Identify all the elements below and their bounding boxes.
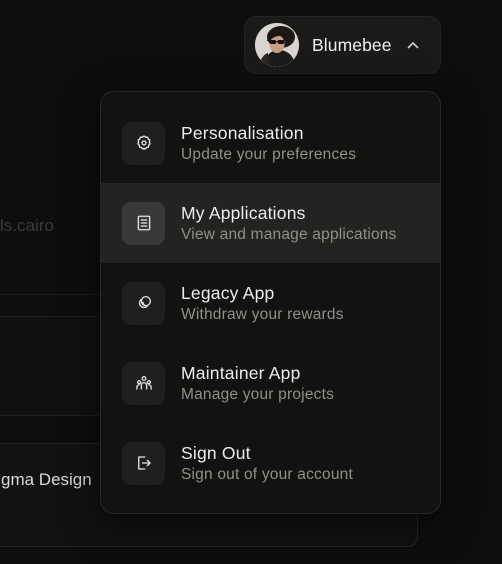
user-avatar	[255, 23, 299, 67]
menu-item-subtitle: Manage your projects	[181, 385, 335, 403]
coins-icon	[122, 281, 165, 325]
menu-item-title: Legacy App	[181, 282, 275, 303]
user-dropdown-menu: Personalisation Update your preferences …	[100, 91, 441, 514]
menu-item-legacy-app[interactable]: Legacy App Withdraw your rewards	[101, 263, 440, 343]
menu-item-personalisation[interactable]: Personalisation Update your preferences	[101, 103, 440, 183]
background-project-title: gma Design	[1, 470, 92, 489]
menu-item-title: Maintainer App	[181, 362, 301, 383]
gear-icon	[122, 121, 165, 165]
user-menu-button[interactable]: Blumebee	[244, 16, 441, 74]
app-page: ls.cairo gma Design Blumebee Personalisa…	[0, 0, 502, 564]
menu-item-my-applications[interactable]: My Applications View and manage applicat…	[101, 183, 440, 263]
menu-item-maintainer-app[interactable]: Maintainer App Manage your projects	[101, 343, 440, 423]
menu-item-sign-out[interactable]: Sign Out Sign out of your account	[101, 423, 440, 503]
logout-icon	[122, 441, 165, 485]
document-icon	[122, 201, 165, 245]
menu-item-subtitle: Sign out of your account	[181, 465, 353, 483]
users-icon	[122, 361, 165, 405]
menu-item-title: My Applications	[181, 202, 306, 223]
menu-item-subtitle: View and manage applications	[181, 225, 397, 243]
username: Blumebee	[312, 34, 392, 55]
menu-item-subtitle: Update your preferences	[181, 145, 357, 163]
menu-item-title: Sign Out	[181, 442, 251, 463]
menu-item-subtitle: Withdraw your rewards	[181, 305, 344, 323]
chevron-up-icon	[406, 38, 420, 52]
menu-item-title: Personalisation	[181, 122, 304, 143]
background-username-text: ls.cairo	[0, 216, 54, 235]
